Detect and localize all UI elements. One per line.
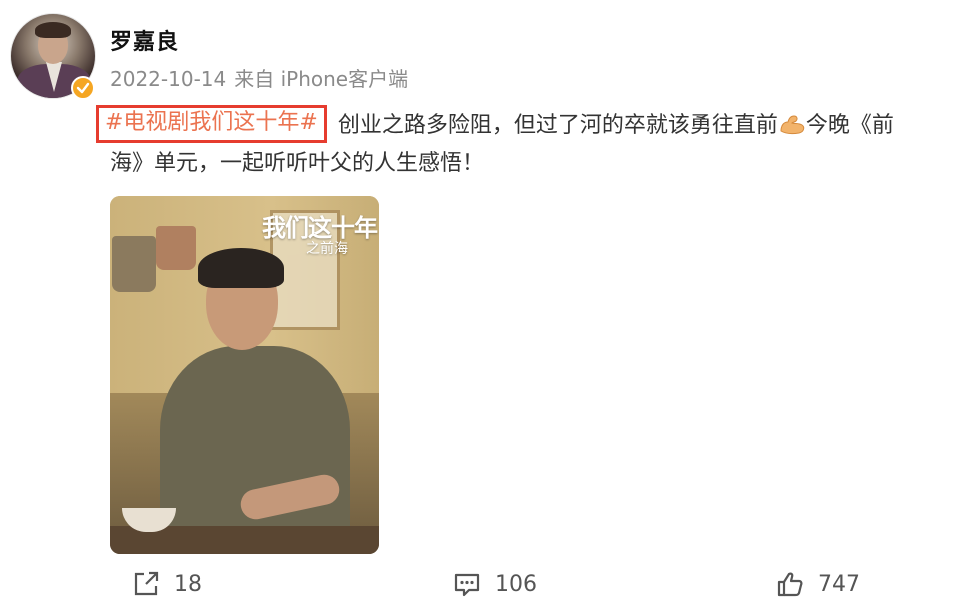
image-person-hair <box>198 248 284 288</box>
thumbs-up-icon <box>777 572 803 597</box>
muscle-emoji-icon <box>778 111 806 135</box>
comment-count: 106 <box>495 571 537 597</box>
image-bag <box>156 226 196 270</box>
action-bar: 18 106 747 <box>0 570 979 606</box>
avatar-hair <box>35 22 71 38</box>
image-person-body <box>160 346 350 554</box>
image-subtitle-text: 之前海 <box>306 241 348 257</box>
post-text: #电视剧我们这十年# 创业之路多险阻，但过了河的卒就该勇往直前 今晚《前 海》单… <box>96 105 960 182</box>
share-count: 18 <box>174 571 202 597</box>
post-source: 来自 iPhone客户端 <box>234 67 409 91</box>
hashtag-link[interactable]: #电视剧我们这十年# <box>105 110 318 135</box>
share-icon <box>134 571 159 596</box>
post-text-line-2: 海》单元，一起听听叶父的人生感悟！ <box>110 151 485 176</box>
post-image[interactable]: 我们这十年 之前海 <box>110 196 379 554</box>
comment-button[interactable]: 106 <box>453 570 537 598</box>
username[interactable]: 罗嘉良 <box>110 24 179 56</box>
post-meta: 2022-10-14 来自 iPhone客户端 <box>110 63 408 92</box>
share-button[interactable]: 18 <box>132 570 202 598</box>
like-count: 747 <box>818 571 860 597</box>
post-text-segment-end: 今晚《前 <box>805 113 894 138</box>
verified-badge-icon <box>71 76 95 100</box>
hashtag-highlight-box: #电视剧我们这十年# <box>96 105 327 143</box>
post-date[interactable]: 2022-10-14 <box>110 67 226 91</box>
post-text-line-1: #电视剧我们这十年# 创业之路多险阻，但过了河的卒就该勇往直前 今晚《前 <box>96 105 960 146</box>
image-bag <box>112 236 156 292</box>
post-text-segment: 创业之路多险阻，但过了河的卒就该勇往直前 <box>330 113 778 138</box>
like-button[interactable]: 747 <box>776 570 860 598</box>
comment-icon <box>454 573 480 597</box>
